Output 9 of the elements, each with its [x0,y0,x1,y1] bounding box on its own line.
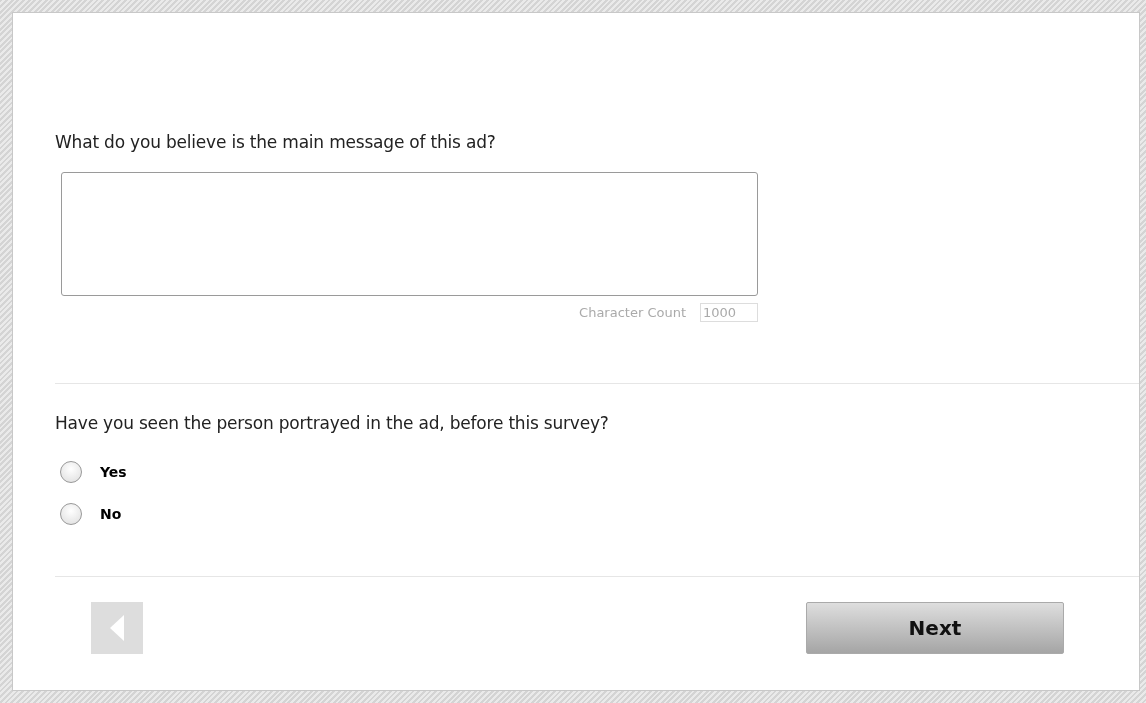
question-text: What do you believe is the main message of this ad? [55,131,497,152]
question-text: Have you seen the person portrayed in the ad, before this survey? [55,413,610,433]
radio-button[interactable] [60,461,82,483]
radio-button[interactable] [60,503,82,525]
character-count-label: Character Count [579,305,686,320]
option-label: No [100,506,122,522]
next-button[interactable]: Next [806,602,1064,654]
character-count-field: 1000 [700,303,758,322]
option-label: Yes [100,464,127,480]
